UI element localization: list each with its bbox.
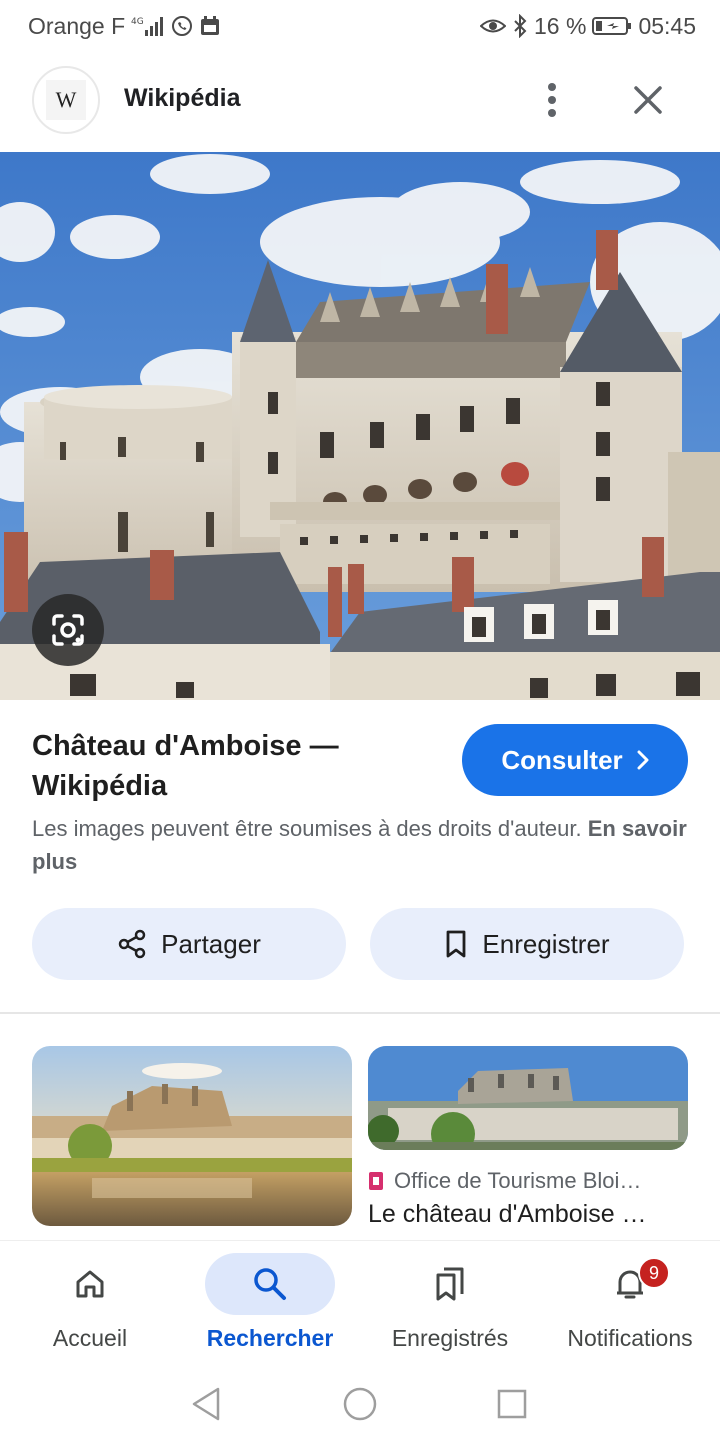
whatsapp-icon xyxy=(171,15,193,37)
related-result[interactable] xyxy=(32,1046,352,1226)
nav-icon-container xyxy=(385,1253,515,1315)
copyright-text: Les images peuvent être soumises à des d… xyxy=(32,816,582,841)
nav-icon-container xyxy=(205,1253,335,1315)
viewer-header: W Wikipédia xyxy=(0,62,720,138)
related-source-name: Office de Tourisme Bloi… xyxy=(394,1168,642,1193)
related-source: Office de Tourisme Bloi… xyxy=(368,1168,688,1194)
google-lens-button[interactable] xyxy=(32,594,104,666)
nav-item-home[interactable]: Accueil xyxy=(0,1241,180,1371)
bluetooth-icon xyxy=(512,14,528,38)
nav-label-saved: Enregistrés xyxy=(391,1325,509,1351)
nav-label-search: Rechercher xyxy=(206,1325,334,1351)
svg-text:4G: 4G xyxy=(131,17,144,27)
notification-badge: 9 xyxy=(638,1257,670,1289)
copyright-notice: Les images peuvent être soumises à des d… xyxy=(32,812,692,878)
more-options-button[interactable] xyxy=(532,76,572,124)
site-favicon-icon xyxy=(369,1172,383,1190)
eye-icon xyxy=(480,15,506,37)
share-label: Partager xyxy=(161,928,261,959)
signal-icon: 4G xyxy=(131,15,165,37)
system-back-button[interactable] xyxy=(190,1386,222,1427)
search-icon xyxy=(254,1268,286,1300)
recents-square-icon xyxy=(497,1389,527,1419)
related-result[interactable]: Office de Tourisme Bloi… Le château d'Am… xyxy=(368,1046,688,1229)
home-circle-icon xyxy=(343,1387,377,1421)
wikipedia-logo-icon: W xyxy=(46,80,86,120)
nav-icon-container xyxy=(565,1253,695,1315)
nav-icon-container xyxy=(25,1253,155,1315)
nav-label-notifications: Notifications xyxy=(567,1325,693,1351)
chateau-photo xyxy=(0,152,720,700)
visit-button[interactable]: Consulter xyxy=(462,724,688,796)
bottom-navigation: Accueil Rechercher Enregistrés 9 Notific… xyxy=(0,1240,720,1370)
status-left: Orange F 4G xyxy=(28,13,221,40)
back-triangle-icon xyxy=(192,1387,220,1421)
nav-item-notifications[interactable]: 9 Notifications xyxy=(540,1241,720,1371)
nav-item-search[interactable]: Rechercher xyxy=(180,1241,360,1371)
result-title: Château d'Amboise — Wikipédia xyxy=(32,730,339,802)
battery-percent: 16 % xyxy=(534,12,587,39)
main-image[interactable] xyxy=(0,152,720,700)
related-thumbnail xyxy=(32,1046,352,1226)
section-divider xyxy=(0,1012,720,1014)
calendar-icon xyxy=(199,15,221,37)
save-label: Enregistrer xyxy=(482,928,610,959)
chevron-right-icon xyxy=(637,750,649,770)
status-right: 16 % 05:45 xyxy=(480,13,696,40)
close-button[interactable] xyxy=(624,76,672,124)
status-bar: Orange F 4G 16 % 05:45 xyxy=(0,0,720,52)
clock: 05:45 xyxy=(638,12,696,39)
system-home-button[interactable] xyxy=(342,1386,378,1427)
home-icon xyxy=(76,1270,104,1298)
share-icon xyxy=(118,929,146,959)
more-vert-icon xyxy=(548,83,556,117)
carrier-name: Orange F xyxy=(28,12,126,39)
system-recents-button[interactable] xyxy=(496,1388,528,1425)
bookmark-icon xyxy=(447,930,466,958)
nav-label-home: Accueil xyxy=(52,1325,128,1351)
lens-icon xyxy=(52,614,84,646)
battery-icon xyxy=(592,15,632,37)
visit-label: Consulter xyxy=(501,744,623,775)
related-thumbnail xyxy=(368,1046,688,1150)
close-icon xyxy=(634,86,662,114)
site-logo[interactable]: W xyxy=(32,66,100,134)
share-button[interactable]: Partager xyxy=(32,908,346,980)
nav-item-saved[interactable]: Enregistrés xyxy=(360,1241,540,1371)
save-button[interactable]: Enregistrer xyxy=(370,908,684,980)
bookmarks-icon xyxy=(436,1267,464,1301)
site-name[interactable]: Wikipédia xyxy=(124,84,240,113)
system-navigation-bar xyxy=(0,1370,720,1440)
related-title: Le château d'Amboise … xyxy=(368,1200,647,1228)
